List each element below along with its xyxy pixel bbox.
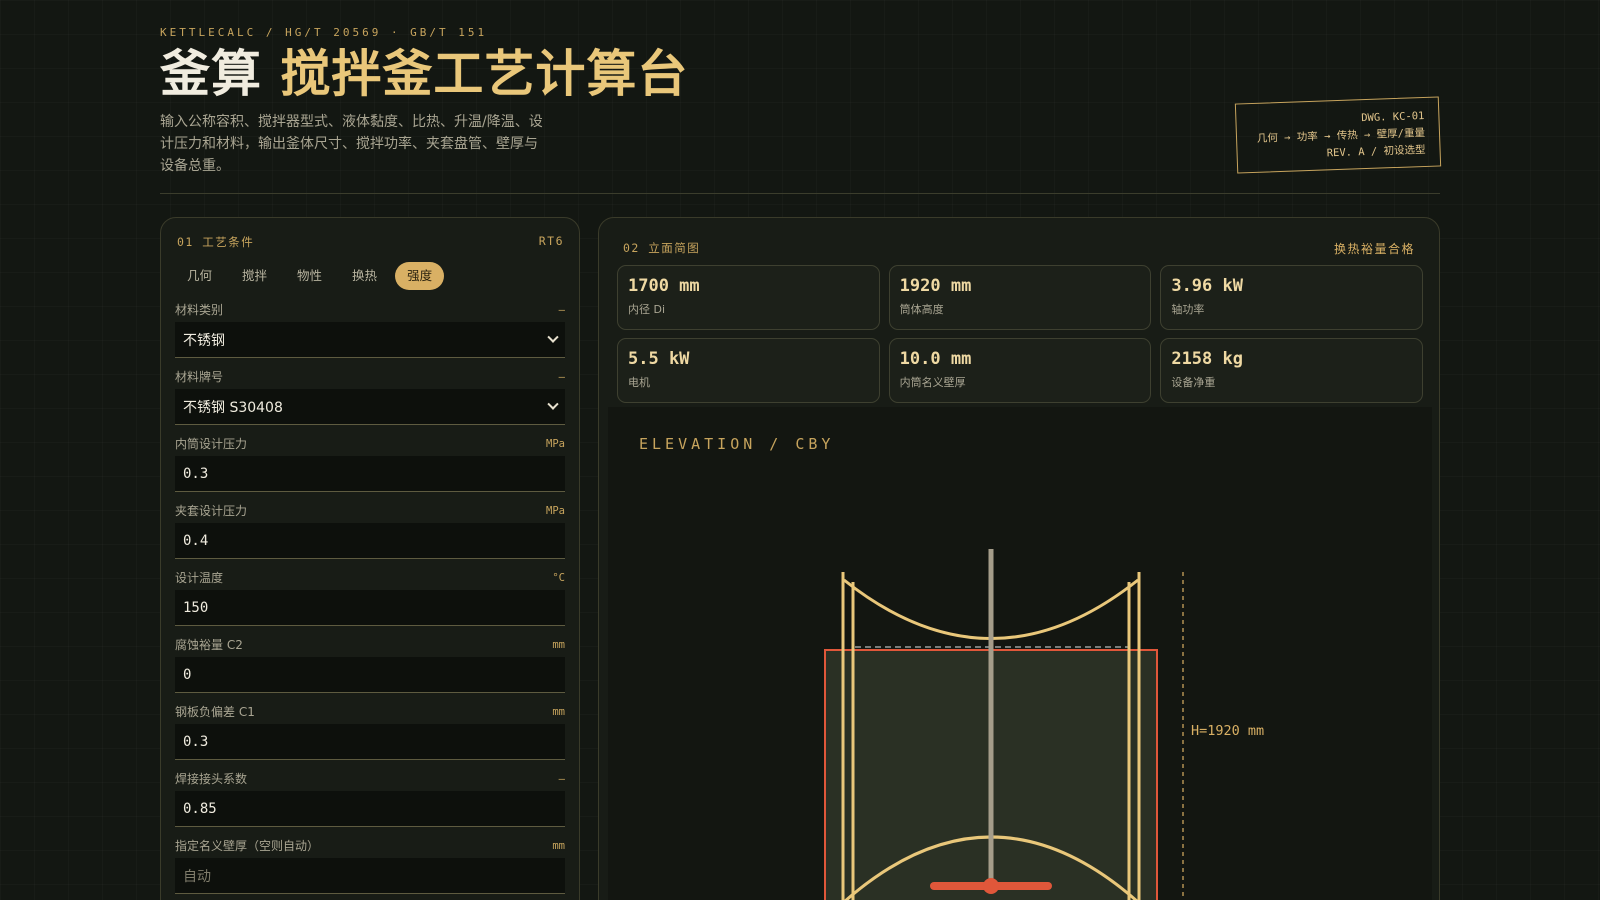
input-placeholder: 自动: [183, 868, 211, 885]
field-label: 腐蚀裕量 C2: [175, 638, 243, 652]
field-unit: MPa: [546, 504, 565, 517]
field-plate-negative-tolerance: 钢板负偏差 C1 mm 0.3: [175, 702, 565, 760]
tab-agitation[interactable]: 搅拌: [230, 262, 279, 290]
input-value: 0.3: [183, 733, 209, 750]
page-subtitle: 输入公称容积、搅拌器型式、液体黏度、比热、升温/降温、设计压力和材料，输出釜体尺…: [160, 114, 543, 174]
jacket-design-pressure-input[interactable]: 0.4: [175, 523, 565, 559]
field-jacket-design-pressure: 夹套设计压力 MPa 0.4: [175, 501, 565, 559]
field-unit: –: [558, 772, 565, 785]
chevron-down-icon: [547, 398, 559, 410]
metric-value: 2158 kg: [1171, 349, 1243, 369]
field-corrosion-allowance: 腐蚀裕量 C2 mm 0: [175, 635, 565, 693]
drawing-stamp: DWG. KC-01 几何 → 功率 → 传热 → 壁厚/重量 REV. A /…: [1234, 96, 1442, 174]
field-unit: –: [558, 303, 565, 316]
metric-label: 内径 Di: [628, 303, 666, 316]
elevation-svg: ELEVATION / CBY H=1920 mm: [639, 435, 1264, 900]
metric-value: 5.5 kW: [628, 349, 690, 369]
plate-negative-tolerance-input[interactable]: 0.3: [175, 724, 565, 760]
page-header: KETTLECALC / HG/T 20569 · GB/T 151 釜算 搅拌…: [160, 26, 1442, 194]
panel-title: 02 立面简图: [623, 241, 701, 255]
tab-geometry[interactable]: 几何: [175, 262, 224, 290]
drawing-label: ELEVATION / CBY: [639, 435, 834, 453]
field-nominal-wall-thickness: 指定名义壁厚（空则自动） mm 自动: [175, 836, 565, 894]
chevron-down-icon: [547, 331, 559, 343]
nominal-wall-thickness-input[interactable]: 自动: [175, 858, 565, 894]
field-unit: –: [558, 370, 565, 383]
field-design-temperature: 设计温度 °C 150: [175, 568, 565, 626]
field-label: 材料类别: [175, 303, 224, 317]
metric-card-net-weight: 2158 kg 设备净重: [1160, 338, 1423, 403]
field-label: 钢板负偏差 C1: [175, 705, 255, 719]
field-weld-joint-factor: 焊接接头系数 – 0.85: [175, 769, 565, 827]
select-value: 不锈钢 S30408: [183, 399, 283, 416]
page-title-main: 釜算: [160, 45, 262, 103]
inner-design-pressure-input[interactable]: 0.3: [175, 456, 565, 492]
panel-header: 01 工艺条件 RT6: [161, 218, 579, 250]
input-value: 150: [183, 599, 209, 616]
material-grade-select[interactable]: 不锈钢 S30408: [175, 389, 565, 425]
field-list: 材料类别 – 不锈钢 材料牌号 – 不锈钢 S30408 内筒设计压力 MPa 0.3…: [161, 290, 579, 894]
tab-strength[interactable]: 强度: [395, 262, 445, 290]
height-dimension-label: H=1920 mm: [1191, 723, 1264, 739]
input-value: 0: [183, 666, 192, 683]
status-badge: 换热裕量合格: [1333, 242, 1415, 256]
metric-card-motor: 5.5 kW 电机: [617, 338, 880, 403]
field-label: 指定名义壁厚（空则自动）: [175, 839, 320, 853]
field-label: 材料牌号: [175, 370, 224, 384]
field-material-category: 材料类别 – 不锈钢: [175, 300, 565, 358]
tab-bar: 几何 搅拌 物性 换热 强度: [161, 250, 579, 290]
metric-label: 电机: [628, 376, 650, 389]
field-label: 焊接接头系数: [175, 772, 248, 786]
panel-header: 02 立面简图 换热裕量合格: [599, 218, 1439, 257]
field-label: 设计温度: [175, 571, 224, 585]
field-label: 内筒设计压力: [175, 437, 248, 451]
metric-label: 内筒名义壁厚: [899, 376, 966, 389]
metric-label: 筒体高度: [899, 303, 944, 316]
field-unit: MPa: [546, 437, 565, 450]
input-value: 0.85: [183, 800, 217, 817]
metric-value: 1700 mm: [628, 276, 700, 296]
impeller-hub: [983, 878, 999, 894]
metric-card-shell-height: 1920 mm 筒体高度: [888, 265, 1152, 330]
tab-heat-transfer[interactable]: 换热: [340, 262, 389, 290]
page-title: 釜算 搅拌釜工艺计算台: [160, 43, 1440, 105]
panel-code: RT6: [538, 234, 564, 248]
field-unit: mm: [552, 705, 565, 718]
tab-properties[interactable]: 物性: [285, 262, 334, 290]
field-unit: °C: [552, 571, 565, 584]
metric-value: 3.96 kW: [1171, 276, 1243, 296]
metric-card-inner-diameter: 1700 mm 内径 Di: [617, 265, 880, 330]
field-material-grade: 材料牌号 – 不锈钢 S30408: [175, 367, 565, 425]
weld-joint-factor-input[interactable]: 0.85: [175, 791, 565, 827]
corrosion-allowance-input[interactable]: 0: [175, 657, 565, 693]
metric-label: 设备净重: [1171, 376, 1216, 389]
input-value: 0.4: [183, 532, 209, 549]
metric-card-shaft-power: 3.96 kW 轴功率: [1160, 265, 1423, 330]
input-value: 0.3: [183, 465, 209, 482]
metric-label: 轴功率: [1171, 303, 1205, 316]
page-title-accent: 搅拌釜工艺计算台: [280, 45, 689, 103]
elevation-panel: 02 立面简图 换热裕量合格 1700 mm 内径 Di 1920 mm 筒体高…: [598, 217, 1440, 900]
header-kicker: KETTLECALC / HG/T 20569 · GB/T 151: [160, 26, 488, 39]
material-category-select[interactable]: 不锈钢: [175, 322, 565, 358]
field-inner-design-pressure: 内筒设计压力 MPa 0.3: [175, 434, 565, 492]
field-unit: mm: [552, 638, 565, 651]
metric-value: 1920 mm: [899, 276, 972, 296]
elevation-drawing: ELEVATION / CBY H=1920 mm: [608, 407, 1432, 900]
design-temperature-input[interactable]: 150: [175, 590, 565, 626]
field-label: 夹套设计压力: [175, 504, 248, 518]
panel-title: 01 工艺条件: [177, 235, 255, 249]
metric-value: 10.0 mm: [899, 349, 972, 369]
process-conditions-panel: 01 工艺条件 RT6 几何 搅拌 物性 换热 强度 材料类别 – 不锈钢 材料牌…: [160, 217, 580, 900]
select-value: 不锈钢: [183, 332, 225, 349]
metric-grid: 1700 mm 内径 Di 1920 mm 筒体高度 3.96 kW 轴功率 5…: [617, 265, 1423, 403]
field-unit: mm: [552, 839, 565, 852]
metric-card-wall-thickness: 10.0 mm 内筒名义壁厚: [888, 338, 1152, 403]
